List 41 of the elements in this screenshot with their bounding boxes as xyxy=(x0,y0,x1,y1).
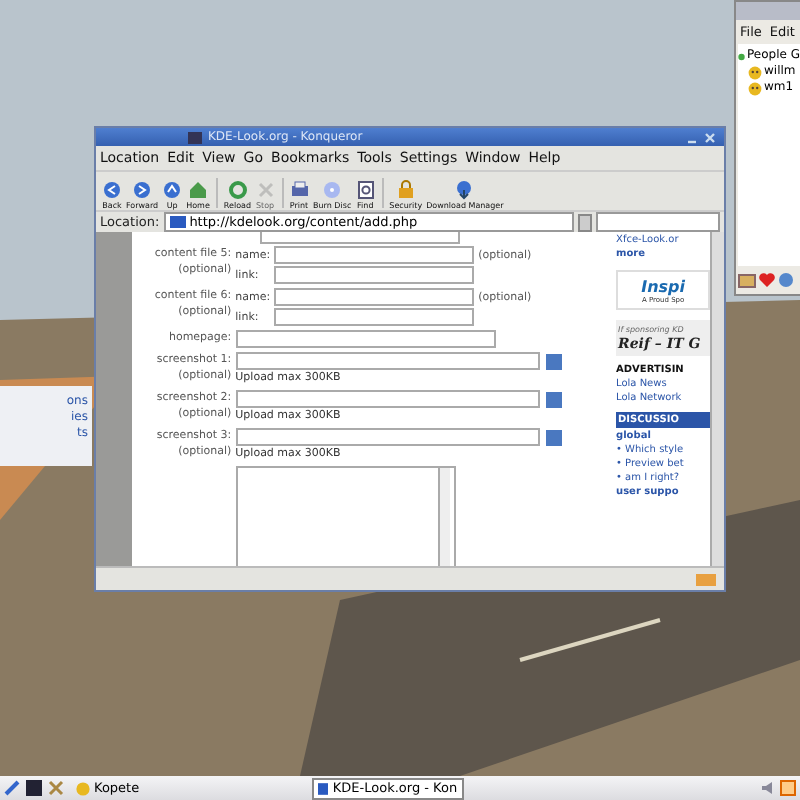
input-field[interactable] xyxy=(235,390,540,408)
window-icon xyxy=(188,131,202,143)
page-icon xyxy=(169,216,186,228)
stop-icon xyxy=(255,180,276,200)
input-field[interactable] xyxy=(235,352,540,370)
forward-arrow-icon xyxy=(132,180,153,200)
input-field[interactable] xyxy=(274,246,475,264)
scrollbar[interactable] xyxy=(710,232,724,566)
input-field[interactable] xyxy=(274,288,475,306)
house-icon xyxy=(188,180,208,200)
folder-icon[interactable] xyxy=(738,272,756,288)
heart-icon[interactable] xyxy=(758,272,776,288)
launcher-icon[interactable] xyxy=(4,780,20,796)
security-icon xyxy=(696,573,716,585)
ad-text: Inspi xyxy=(641,277,686,295)
tools-icon[interactable] xyxy=(48,780,64,796)
tray-icon[interactable] xyxy=(780,780,796,796)
disc-icon xyxy=(322,180,343,200)
download-icon xyxy=(454,180,475,200)
browse-button[interactable] xyxy=(545,391,562,407)
find-icon xyxy=(355,180,376,200)
input-field[interactable] xyxy=(274,266,475,284)
title-bar xyxy=(736,2,800,20)
smiley-icon xyxy=(76,781,90,795)
close-icon[interactable] xyxy=(704,131,716,143)
input-field[interactable] xyxy=(235,428,540,446)
printer-icon xyxy=(289,180,310,200)
input-field[interactable] xyxy=(274,308,475,326)
speaker-icon[interactable] xyxy=(760,780,776,796)
text-area[interactable] xyxy=(235,466,456,566)
globe-icon[interactable] xyxy=(778,272,794,288)
reload-icon xyxy=(227,180,248,200)
search-field[interactable] xyxy=(596,212,720,232)
back-arrow-icon xyxy=(102,180,122,200)
input-field[interactable] xyxy=(235,330,496,348)
dropdown-button[interactable] xyxy=(578,213,592,231)
padlock-icon xyxy=(395,180,416,200)
scrollbar[interactable] xyxy=(437,468,450,566)
browse-button[interactable] xyxy=(545,353,562,369)
window-icon xyxy=(317,781,329,795)
browse-button[interactable] xyxy=(545,429,562,445)
